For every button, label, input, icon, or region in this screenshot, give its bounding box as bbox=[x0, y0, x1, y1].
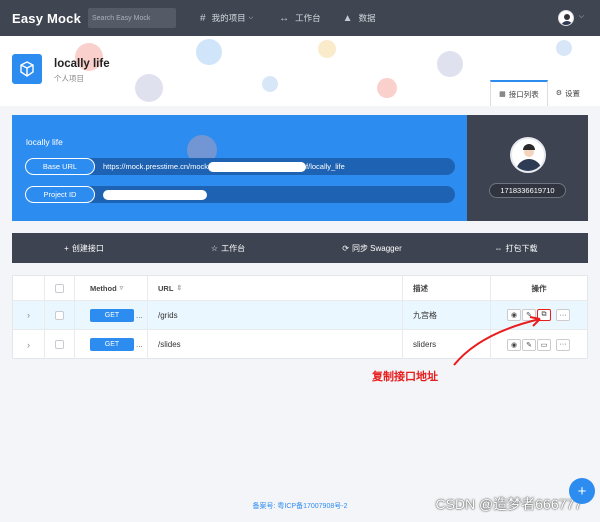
decor-bubble bbox=[318, 40, 336, 58]
decor-bubble bbox=[196, 39, 222, 65]
row-select-cell bbox=[45, 330, 75, 359]
search-input[interactable]: Search Easy Mock bbox=[88, 8, 176, 28]
redacted-block bbox=[103, 189, 207, 200]
url-header: URL ⇕ bbox=[148, 276, 403, 300]
chart-icon: ▲ bbox=[342, 12, 353, 24]
method-cell: GET ... bbox=[75, 301, 148, 329]
sync-icon: ⟳ bbox=[342, 243, 349, 253]
nav-workbench-label: 工作台 bbox=[295, 13, 321, 23]
ellipsis-text: ... bbox=[136, 310, 143, 320]
row-checkbox[interactable] bbox=[55, 310, 64, 320]
project-id-value[interactable] bbox=[103, 189, 207, 200]
top-nav: Easy Mock Search Easy Mock # 我的项目 ⌵ ↔ 工作… bbox=[0, 0, 600, 36]
project-id-row[interactable]: Project ID bbox=[25, 186, 455, 203]
project-type: 个人项目 bbox=[54, 74, 84, 83]
redacted-block bbox=[208, 161, 307, 172]
project-header: locally life 个人项目 ▦ 接口列表 ⚙ 设置 bbox=[0, 36, 600, 106]
create-api-label: 创建接口 bbox=[71, 243, 104, 253]
more-icon[interactable]: ··· bbox=[556, 338, 570, 351]
list-icon: ▦ bbox=[499, 91, 506, 98]
decor-bubble bbox=[556, 40, 572, 56]
sync-swagger-label: 同步 Swagger bbox=[351, 243, 402, 253]
workbench-label: 工作台 bbox=[221, 243, 246, 253]
workbench-button[interactable]: ☆ 工作台 bbox=[156, 233, 300, 263]
download-label: 打包下载 bbox=[505, 243, 538, 253]
chevron-down-icon: ⌵ bbox=[248, 14, 254, 21]
project-id-label: Project ID bbox=[25, 186, 95, 203]
user-id-card: 1718336619710 bbox=[467, 115, 588, 221]
arrows-icon: ↔ bbox=[279, 12, 290, 24]
base-url-suffix: f/locally_life bbox=[306, 162, 345, 171]
gear-icon: ⚙ bbox=[555, 90, 562, 97]
decor-bubble bbox=[377, 78, 397, 98]
table-header: Method ▿ URL ⇕ 描述 操作 bbox=[13, 276, 587, 301]
chevron-right-icon[interactable]: › bbox=[13, 301, 45, 329]
nav-data-label: 数据 bbox=[358, 13, 376, 23]
user-menu-chevron-icon[interactable]: ⌵ bbox=[579, 13, 584, 21]
row-select-cell bbox=[45, 301, 75, 329]
base-url-row[interactable]: Base URL https://mock.presstime.cn/mock … bbox=[25, 158, 455, 175]
project-name: locally life bbox=[54, 58, 110, 70]
download-icon: ⇔ bbox=[494, 243, 503, 253]
annotation-label: 复制接口地址 bbox=[372, 370, 438, 383]
url-header-label: URL bbox=[158, 283, 174, 293]
tab-api-list-label: 接口列表 bbox=[508, 89, 539, 99]
csdn-watermark: CSDN @造梦者666777 bbox=[435, 496, 583, 512]
action-toolbar: + 创建接口 ☆ 工作台 ⟳ 同步 Swagger ⇔ 打包下载 bbox=[12, 233, 588, 263]
base-url-value[interactable]: https://mock.presstime.cn/mock f/locally… bbox=[103, 161, 345, 172]
expand-header bbox=[13, 276, 45, 300]
method-cell: GET ... bbox=[75, 330, 148, 359]
select-all-cell bbox=[45, 276, 75, 300]
method-header-label: Method bbox=[90, 283, 117, 293]
plus-icon: + bbox=[64, 243, 69, 253]
brand-logo[interactable]: Easy Mock bbox=[12, 11, 86, 26]
project-tabs: ▦ 接口列表 ⚙ 设置 bbox=[490, 80, 588, 106]
nav-my-projects-label: 我的项目 bbox=[211, 13, 246, 23]
tab-settings[interactable]: ⚙ 设置 bbox=[548, 80, 588, 106]
search-placeholder: Search Easy Mock bbox=[92, 14, 151, 22]
download-button[interactable]: ⇔ 打包下载 bbox=[444, 233, 588, 263]
tab-api-list[interactable]: ▦ 接口列表 bbox=[490, 80, 548, 106]
ops-header: 操作 bbox=[531, 283, 547, 293]
annotation-arrow bbox=[453, 316, 541, 366]
avatar bbox=[510, 137, 546, 173]
nav-my-projects[interactable]: # 我的项目 ⌵ bbox=[200, 12, 253, 24]
select-all-checkbox[interactable] bbox=[55, 283, 64, 293]
method-header: Method ▿ bbox=[75, 276, 148, 300]
ellipsis-text: ... bbox=[136, 340, 143, 349]
desc-header: 描述 bbox=[403, 276, 491, 300]
more-icon[interactable]: ··· bbox=[556, 309, 570, 321]
nav-workbench[interactable]: ↔ 工作台 bbox=[279, 12, 321, 24]
add-fab-button[interactable]: + bbox=[569, 478, 595, 504]
url-cell: /grids bbox=[148, 301, 403, 329]
user-avatar[interactable] bbox=[558, 10, 574, 26]
row-checkbox[interactable] bbox=[55, 340, 64, 349]
method-badge: GET bbox=[90, 308, 134, 322]
tab-settings-label: 设置 bbox=[565, 88, 580, 98]
chevron-right-icon[interactable]: › bbox=[13, 330, 45, 359]
nav-data[interactable]: ▲ 数据 bbox=[343, 12, 376, 24]
sync-swagger-button[interactable]: ⟳ 同步 Swagger bbox=[300, 233, 444, 263]
method-badge: GET bbox=[90, 338, 134, 351]
decor-bubble bbox=[262, 76, 278, 92]
hash-icon: # bbox=[200, 12, 206, 24]
base-url-prefix: https://mock.presstime.cn/mock bbox=[103, 162, 209, 171]
decor-bubble bbox=[135, 74, 163, 102]
decor-bubble bbox=[437, 51, 463, 77]
sort-icon[interactable]: ⇕ bbox=[176, 284, 182, 292]
info-title: locally life bbox=[26, 137, 63, 147]
url-cell: /slides bbox=[148, 330, 403, 359]
filter-icon[interactable]: ▿ bbox=[120, 284, 124, 292]
user-id-badge: 1718336619710 bbox=[489, 183, 566, 198]
project-cube-icon bbox=[12, 54, 42, 84]
create-api-button[interactable]: + 创建接口 bbox=[12, 233, 156, 263]
star-icon: ☆ bbox=[210, 243, 219, 253]
base-url-label: Base URL bbox=[25, 158, 95, 175]
project-info-card: locally life Base URL https://mock.press… bbox=[12, 115, 467, 221]
